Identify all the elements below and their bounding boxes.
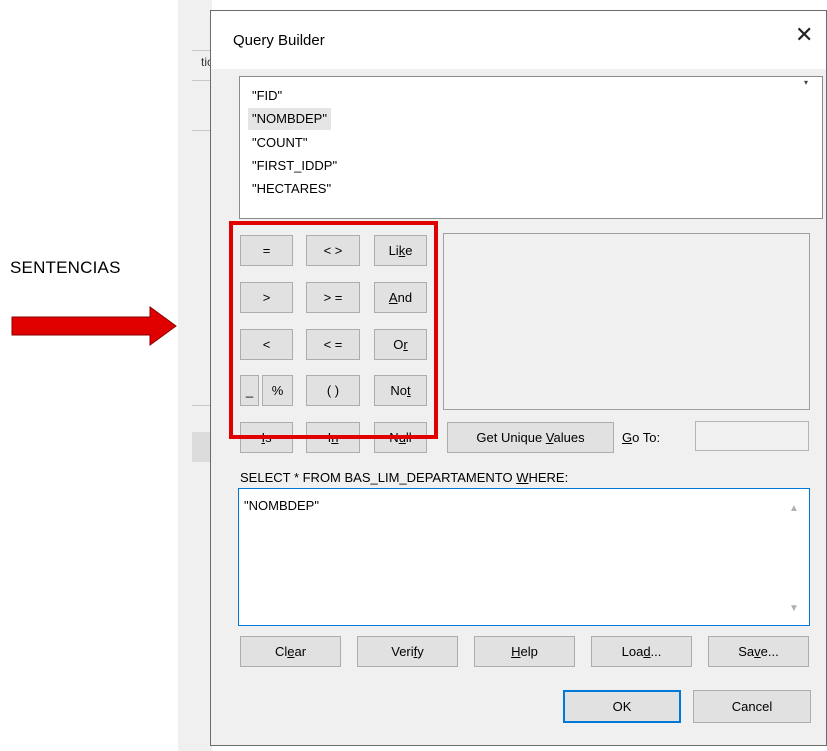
field-item-count[interactable]: "COUNT" — [248, 132, 311, 154]
go-to-input[interactable] — [695, 421, 809, 451]
list-dropdown-icon[interactable]: ▾ — [804, 78, 808, 87]
dialog-title: Query Builder — [233, 32, 325, 49]
background-divider — [192, 80, 212, 81]
close-icon[interactable]: ✕ — [795, 24, 813, 46]
save-button[interactable]: Save... — [708, 636, 809, 667]
scroll-up-icon[interactable]: ▲ — [789, 503, 799, 514]
background-divider — [192, 130, 212, 131]
field-item-fid[interactable]: "FID" — [248, 85, 286, 107]
save-label: Save... — [738, 644, 779, 659]
background-block — [192, 432, 212, 462]
ok-button[interactable]: OK — [563, 690, 681, 723]
load-button[interactable]: Load... — [591, 636, 692, 667]
sentencias-label: SENTENCIAS — [10, 258, 121, 277]
unique-values-list[interactable] — [443, 233, 810, 410]
help-label: Help — [511, 644, 538, 659]
background-divider — [192, 50, 212, 51]
go-to-label: Go To: — [622, 430, 661, 445]
field-item-hectares[interactable]: "HECTARES" — [248, 178, 335, 200]
background-divider — [192, 405, 212, 406]
get-unique-values-button[interactable]: Get Unique Values — [447, 422, 614, 453]
operators-highlight — [229, 221, 438, 439]
clear-label: Clear — [274, 644, 307, 659]
field-list[interactable]: "FID" "NOMBDEP" "COUNT" "FIRST_IDDP" "HE… — [239, 76, 823, 219]
load-label: Load... — [621, 644, 662, 659]
red-arrow-icon — [11, 306, 177, 346]
help-button[interactable]: Help — [474, 636, 575, 667]
field-item-nombdep[interactable]: "NOMBDEP" — [248, 108, 331, 130]
verify-label: Verify — [391, 644, 424, 659]
where-clause-text: "NOMBDEP" — [244, 498, 319, 513]
scroll-down-icon[interactable]: ▼ — [789, 603, 799, 614]
background-panel — [178, 0, 212, 751]
field-item-first-iddp[interactable]: "FIRST_IDDP" — [248, 155, 341, 177]
verify-button[interactable]: Verify — [357, 636, 458, 667]
sql-prefix-label: SELECT * FROM BAS_LIM_DEPARTAMENTO WHERE… — [240, 470, 569, 485]
cancel-button[interactable]: Cancel — [693, 690, 811, 723]
get-unique-values-label: Get Unique Values — [476, 430, 585, 445]
clear-button[interactable]: Clear — [240, 636, 341, 667]
where-clause-textarea[interactable]: "NOMBDEP" — [238, 488, 810, 626]
